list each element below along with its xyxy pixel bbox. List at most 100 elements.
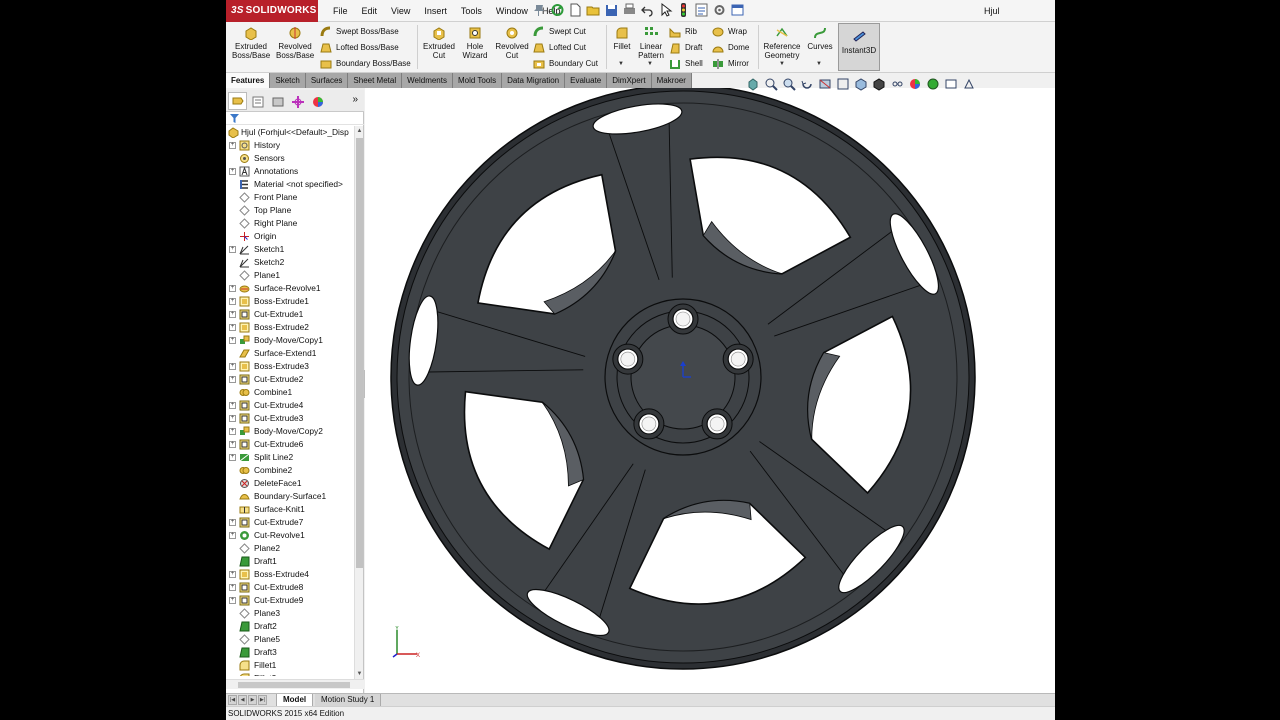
- tab-features[interactable]: Features: [226, 73, 271, 88]
- tree-item[interactable]: + Boss-Extrude1: [226, 295, 354, 308]
- property-manager-tab[interactable]: [248, 92, 267, 110]
- tree-horizontal-scrollbar[interactable]: [226, 679, 364, 689]
- expand-toggle-icon[interactable]: +: [229, 168, 236, 175]
- tree-item[interactable]: Fillet2: [226, 672, 354, 676]
- open-folder-icon[interactable]: [586, 2, 601, 18]
- expand-toggle-icon[interactable]: +: [229, 415, 236, 422]
- tree-item[interactable]: + Sketch1: [226, 243, 354, 256]
- linear-pattern-button[interactable]: Linear Pattern: [636, 26, 666, 60]
- undo-icon[interactable]: [640, 2, 655, 18]
- hole-wizard-button[interactable]: Hole Wizard: [459, 26, 491, 60]
- tree-item[interactable]: Right Plane: [226, 217, 354, 230]
- expand-panel-icon[interactable]: »: [352, 94, 358, 105]
- realview-icon[interactable]: [962, 77, 976, 91]
- dynamic-annotation-icon[interactable]: [836, 77, 850, 91]
- expand-toggle-icon[interactable]: +: [229, 597, 236, 604]
- tree-vertical-scrollbar[interactable]: ▲ ▼: [354, 126, 363, 679]
- expand-toggle-icon[interactable]: +: [229, 532, 236, 539]
- tree-item[interactable]: Origin: [226, 230, 354, 243]
- section-view-icon[interactable]: [818, 77, 832, 91]
- display-manager-tab[interactable]: [308, 92, 327, 110]
- tree-item[interactable]: Surface-Extend1: [226, 347, 354, 360]
- scroll-thumb[interactable]: [356, 138, 363, 568]
- configuration-manager-tab[interactable]: [268, 92, 287, 110]
- menu-window[interactable]: Window: [489, 0, 535, 22]
- expand-toggle-icon[interactable]: +: [229, 376, 236, 383]
- tree-item[interactable]: + Cut-Revolve1: [226, 529, 354, 542]
- tree-item[interactable]: Fillet1: [226, 659, 354, 672]
- tree-root-part[interactable]: Hjul (Forhjul<<Default>_Disp: [226, 126, 354, 139]
- rib-button[interactable]: Rib: [669, 24, 697, 39]
- tree-item[interactable]: Material <not specified>: [226, 178, 354, 191]
- expand-toggle-icon[interactable]: +: [229, 428, 236, 435]
- feature-manager-tab[interactable]: [228, 91, 247, 110]
- solidworks-logo[interactable]: 3S SOLIDWORKS: [226, 0, 318, 22]
- tab-motion-study-1[interactable]: Motion Study 1: [315, 694, 382, 706]
- zoom-to-area-icon[interactable]: [782, 77, 796, 91]
- view-orientation-icon[interactable]: [746, 77, 760, 91]
- new-document-icon[interactable]: [568, 2, 583, 18]
- tree-item[interactable]: + Cut-Extrude4: [226, 399, 354, 412]
- tree-item[interactable]: + Cut-Extrude7: [226, 516, 354, 529]
- draft-button[interactable]: Draft: [669, 40, 702, 55]
- tree-item[interactable]: + Cut-Extrude2: [226, 373, 354, 386]
- print-icon[interactable]: [622, 2, 637, 18]
- menu-edit[interactable]: Edit: [355, 0, 385, 22]
- scroll-down-arrow-icon[interactable]: ▼: [356, 670, 363, 678]
- tree-item[interactable]: + Cut-Extrude1: [226, 308, 354, 321]
- pattern-dropdown-icon[interactable]: ▼: [647, 61, 653, 67]
- tab-model[interactable]: Model: [276, 694, 314, 706]
- rebuild-icon[interactable]: [550, 2, 565, 18]
- tree-item[interactable]: Draft2: [226, 620, 354, 633]
- options-gear-icon[interactable]: [712, 2, 727, 18]
- pin-icon[interactable]: [532, 2, 547, 18]
- tree-item[interactable]: Plane5: [226, 633, 354, 646]
- tree-item[interactable]: + Split Line2: [226, 451, 354, 464]
- tree-item[interactable]: + Surface-Revolve1: [226, 282, 354, 295]
- boundary-cut-button[interactable]: Boundary Cut: [533, 56, 598, 71]
- expand-toggle-icon[interactable]: +: [229, 324, 236, 331]
- extruded-boss-base-button[interactable]: Extruded Boss/Base: [232, 26, 270, 60]
- shell-button[interactable]: Shell: [669, 56, 703, 71]
- display-style-icon[interactable]: [872, 77, 886, 91]
- tab-dimxpert[interactable]: DimXpert: [607, 73, 652, 88]
- scroll-up-arrow-icon[interactable]: ▲: [356, 127, 363, 135]
- tab-sheet-metal[interactable]: Sheet Metal: [348, 73, 403, 88]
- wheel-model[interactable]: [365, 88, 1055, 694]
- fillet-button[interactable]: Fillet: [609, 26, 635, 51]
- menu-tools[interactable]: Tools: [454, 0, 489, 22]
- next-tab-arrow-icon[interactable]: ▶: [248, 695, 257, 705]
- tree-item[interactable]: Surface-Knit1: [226, 503, 354, 516]
- apply-scene-icon[interactable]: [926, 77, 940, 91]
- graphics-viewport[interactable]: Y X: [365, 88, 1055, 694]
- expand-toggle-icon[interactable]: +: [229, 584, 236, 591]
- tree-item[interactable]: Top Plane: [226, 204, 354, 217]
- tree-item[interactable]: Draft1: [226, 555, 354, 568]
- menu-view[interactable]: View: [384, 0, 417, 22]
- file-properties-icon[interactable]: [694, 2, 709, 18]
- tree-item[interactable]: + Boss-Extrude3: [226, 360, 354, 373]
- tab-surfaces[interactable]: Surfaces: [305, 73, 349, 88]
- expand-toggle-icon[interactable]: +: [229, 337, 236, 344]
- tree-item[interactable]: + History: [226, 139, 354, 152]
- tree-item[interactable]: + Cut-Extrude8: [226, 581, 354, 594]
- swept-boss-base-button[interactable]: Swept Boss/Base: [320, 24, 399, 39]
- dimxpert-manager-tab[interactable]: [288, 92, 307, 110]
- view-orientation-cube-icon[interactable]: [854, 77, 868, 91]
- curves-button[interactable]: Curves: [806, 26, 834, 51]
- horizontal-scroll-thumb[interactable]: [238, 682, 350, 688]
- first-tab-arrow-icon[interactable]: |◀: [228, 695, 237, 705]
- wrap-button[interactable]: Wrap: [712, 24, 747, 39]
- zoom-to-fit-icon[interactable]: [764, 77, 778, 91]
- tree-item[interactable]: + Cut-Extrude9: [226, 594, 354, 607]
- tab-mold-tools[interactable]: Mold Tools: [452, 73, 503, 88]
- boundary-boss-base-button[interactable]: Boundary Boss/Base: [320, 56, 411, 71]
- swept-cut-button[interactable]: Swept Cut: [533, 24, 586, 39]
- tree-item[interactable]: Plane2: [226, 542, 354, 555]
- extruded-cut-button[interactable]: Extruded Cut: [421, 26, 457, 60]
- reference-geometry-dropdown-icon[interactable]: ▼: [779, 61, 785, 67]
- tree-item[interactable]: DeleteFace1: [226, 477, 354, 490]
- tree-item[interactable]: + Cut-Extrude6: [226, 438, 354, 451]
- prev-tab-arrow-icon[interactable]: ◀: [238, 695, 247, 705]
- dome-button[interactable]: Dome: [712, 40, 749, 55]
